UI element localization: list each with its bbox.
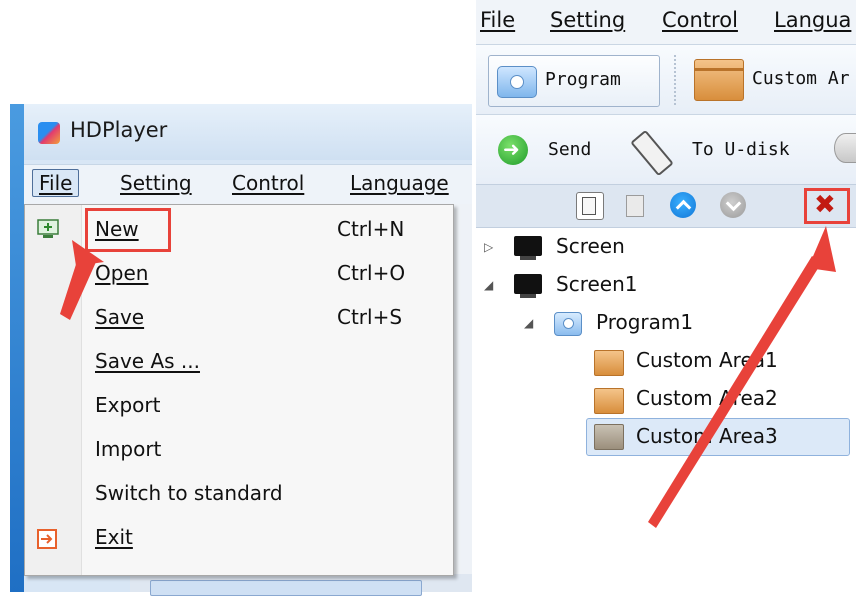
arrow-to-delete	[648, 256, 822, 528]
annotation-arrows	[60, 226, 836, 528]
arrow-head-delete	[808, 226, 836, 272]
arrow-head-new	[72, 240, 104, 266]
